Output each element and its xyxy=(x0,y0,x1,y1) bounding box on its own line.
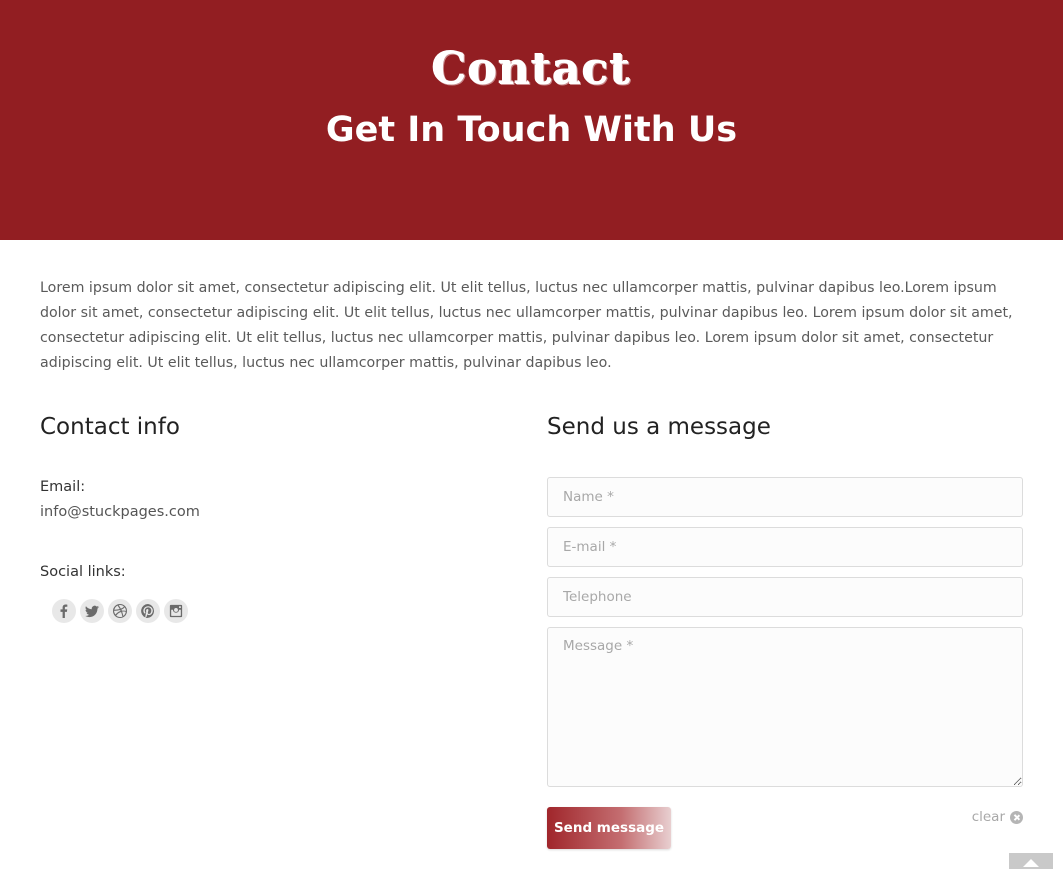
page-title: Contact xyxy=(431,44,632,95)
close-circle-icon xyxy=(1010,810,1023,824)
dribbble-icon xyxy=(113,604,127,618)
page-subtitle: Get In Touch With Us xyxy=(325,110,738,150)
message-form-section: Send us a message Send message clear xyxy=(547,410,1023,849)
telephone-input[interactable] xyxy=(547,577,1023,617)
pinterest-icon xyxy=(141,604,154,618)
contact-info-heading: Contact info xyxy=(40,414,180,440)
send-message-button[interactable]: Send message xyxy=(547,807,671,849)
social-links-label: Social links: xyxy=(40,564,126,580)
email-link[interactable]: info@stuckpages.com xyxy=(40,504,200,520)
email-label: Email: xyxy=(40,479,86,495)
dribbble-link[interactable] xyxy=(108,599,132,623)
facebook-icon xyxy=(60,604,68,618)
back-to-top-button[interactable] xyxy=(1009,853,1053,869)
message-form-heading: Send us a message xyxy=(547,414,771,440)
name-input[interactable] xyxy=(547,477,1023,517)
instagram-icon xyxy=(169,604,183,618)
clear-label: clear xyxy=(971,809,1005,825)
instagram-link[interactable] xyxy=(164,599,188,623)
pinterest-link[interactable] xyxy=(136,599,160,623)
social-links xyxy=(52,599,188,623)
twitter-link[interactable] xyxy=(80,599,104,623)
email-input[interactable] xyxy=(547,527,1023,567)
twitter-icon xyxy=(85,605,99,618)
facebook-link[interactable] xyxy=(52,599,76,623)
clear-form-button[interactable]: clear xyxy=(972,809,1023,825)
message-textarea[interactable] xyxy=(547,627,1023,787)
intro-paragraph: Lorem ipsum dolor sit amet, consectetur … xyxy=(40,280,1013,371)
contact-info-section: Contact info Email: info@stuckpages.com … xyxy=(40,410,500,623)
page-hero: Contact Get In Touch With Us xyxy=(0,0,1063,240)
